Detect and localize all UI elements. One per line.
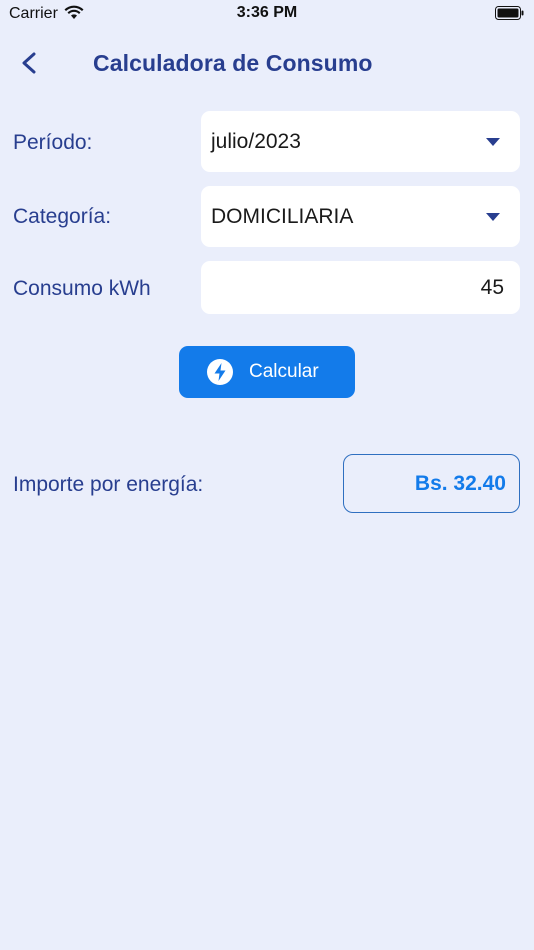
dropdown-arrow-icon: [486, 137, 500, 146]
period-value: julio/2023: [211, 129, 301, 153]
result-amount: Bs. 32.40: [414, 471, 506, 495]
consumption-field[interactable]: [201, 261, 520, 314]
calculate-button[interactable]: Calcular: [179, 346, 355, 398]
clock: 3:36 PM: [236, 4, 298, 21]
calculate-button-label: Calcular: [249, 361, 319, 382]
status-bar: Carrier 3:36 PM: [0, 0, 534, 28]
battery-icon: [495, 6, 524, 20]
period-select[interactable]: julio/2023: [201, 111, 520, 172]
result-label: Importe por energía:: [13, 473, 204, 496]
result-box: Bs. 32.40: [343, 454, 520, 513]
chevron-left-icon[interactable]: [14, 46, 44, 80]
category-select[interactable]: DOMICILIARIA: [201, 186, 520, 247]
period-label: Período:: [13, 131, 93, 154]
consumption-input[interactable]: [201, 261, 520, 314]
lightning-bolt-icon: [207, 359, 233, 385]
navigation-bar: Calculadora de Consumo: [0, 40, 534, 86]
category-value: DOMICILIARIA: [211, 204, 354, 228]
consumption-label: Consumo kWh: [13, 277, 151, 300]
category-label: Categoría:: [13, 205, 112, 228]
dropdown-arrow-icon: [486, 212, 500, 221]
page-title: Calculadora de Consumo: [93, 50, 373, 76]
